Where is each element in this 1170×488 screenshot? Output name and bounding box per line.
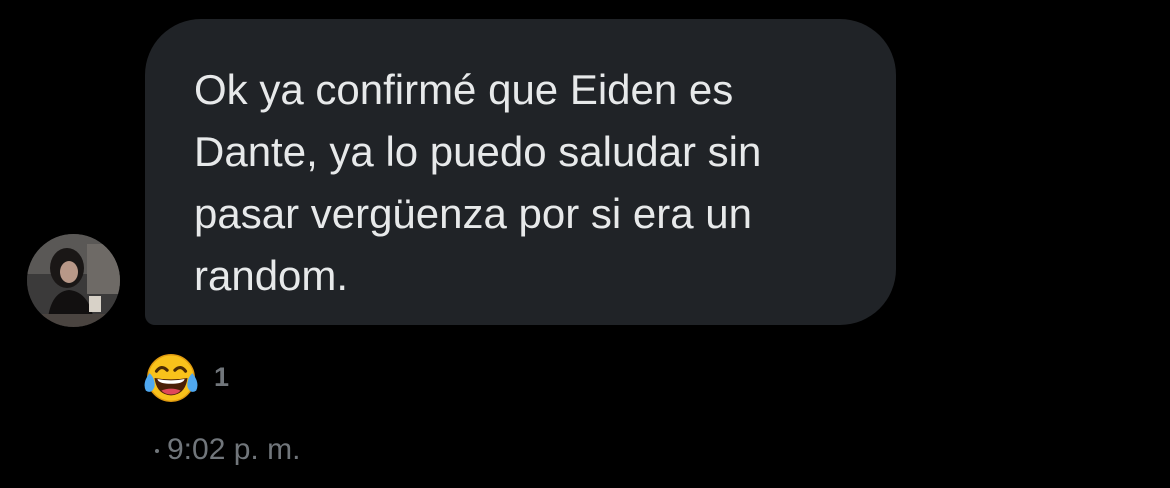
reaction-row[interactable]: 1 — [140, 345, 229, 409]
sender-avatar[interactable] — [27, 234, 120, 327]
timestamp-text: 9:02 p. m. — [167, 433, 301, 466]
message-text: Ok ya confirmé que Eiden es Dante, ya lo… — [194, 66, 762, 299]
message-timestamp: 9:02 p. m. — [155, 433, 300, 467]
avatar-photo — [27, 234, 120, 327]
separator-dot — [155, 449, 159, 453]
face-with-tears-of-joy-icon — [144, 353, 198, 402]
message-bubble[interactable]: Ok ya confirmé que Eiden es Dante, ya lo… — [145, 19, 896, 325]
reaction-count: 1 — [214, 361, 230, 392]
